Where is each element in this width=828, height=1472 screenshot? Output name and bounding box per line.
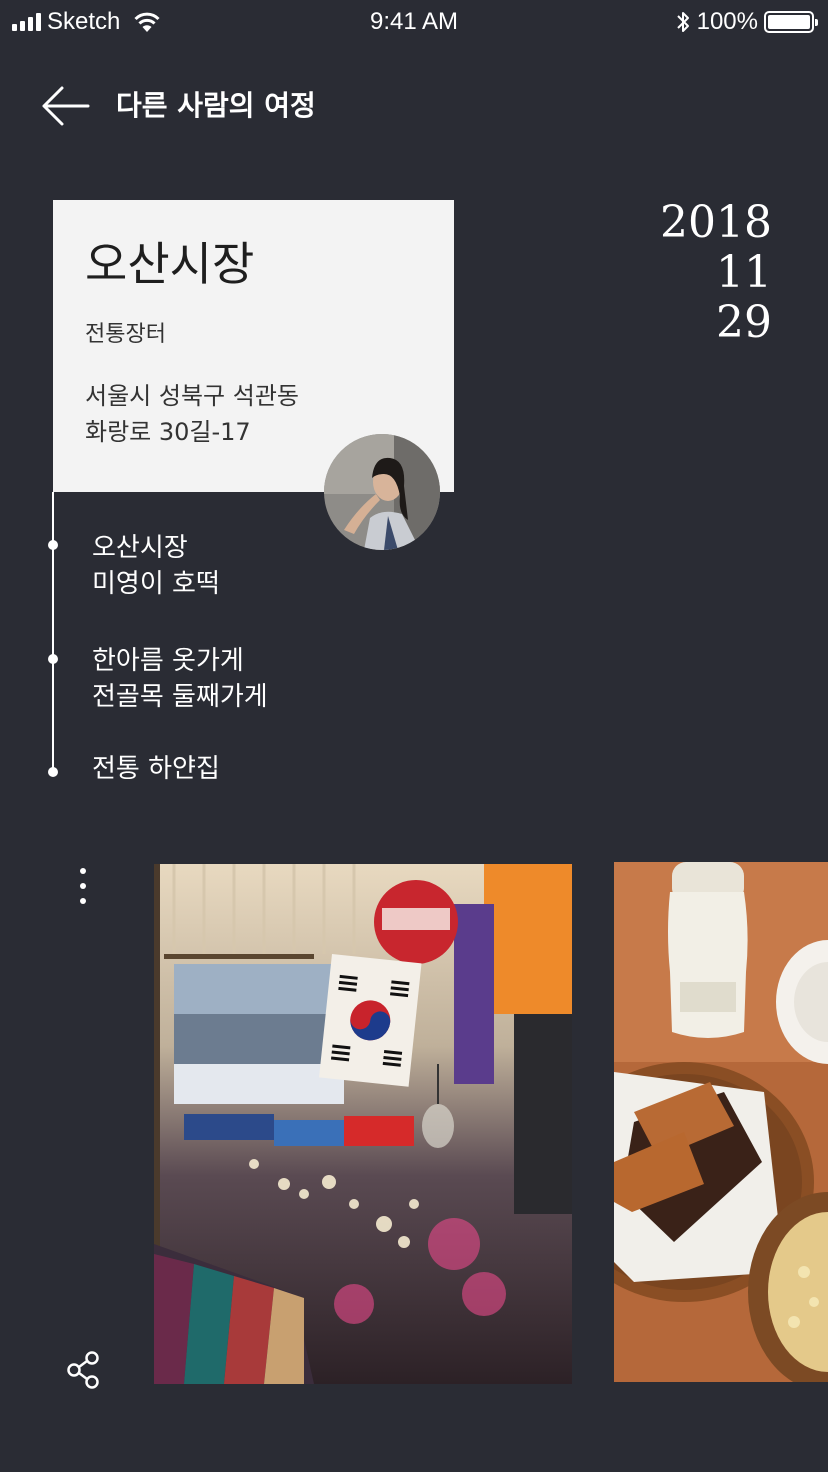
photo-market[interactable] <box>154 864 572 1384</box>
share-icon <box>67 1351 99 1389</box>
date-day: 29 <box>716 297 772 348</box>
timeline-item-1[interactable]: 오산시장 미영이 호떡 <box>92 530 220 602</box>
status-bar-right: 100% <box>675 8 818 36</box>
battery-icon <box>764 11 818 33</box>
timeline-dot <box>48 767 58 777</box>
bluetooth-icon <box>676 12 689 32</box>
timeline-item-subtitle: 미영이 호떡 <box>92 569 220 599</box>
arrow-left-icon <box>42 86 90 126</box>
food-image <box>614 862 828 1382</box>
address-line-1: 서울시 성북구 석관동 <box>85 382 299 410</box>
timeline-item-2[interactable]: 한아름 옷가게 전골목 둘째가게 <box>92 643 268 715</box>
timeline-dot <box>48 654 58 664</box>
place-category: 전통장터 <box>85 322 166 347</box>
back-button[interactable] <box>38 84 94 128</box>
photo-food[interactable] <box>614 862 828 1382</box>
timeline-item-3[interactable]: 전통 하얀집 <box>92 751 220 787</box>
avatar-photo <box>324 434 440 550</box>
share-button[interactable] <box>66 1350 102 1390</box>
journey-date: 2018 11 29 <box>660 198 772 348</box>
date-month: 11 <box>716 247 772 298</box>
timeline-item-title: 한아름 옷가게 <box>92 646 244 676</box>
page-title: 다른 사람의 여정 <box>116 89 316 122</box>
market-image <box>154 864 572 1384</box>
address-line-2: 화랑로 30길-17 <box>85 418 251 446</box>
timeline-item-title: 전통 하얀집 <box>92 754 220 784</box>
battery-percentage: 100% <box>696 8 758 35</box>
timeline-dot <box>48 540 58 550</box>
place-name: 오산시장 <box>85 237 255 291</box>
timeline-item-subtitle: 전골목 둘째가게 <box>92 682 268 712</box>
place-address: 서울시 성북구 석관동 화랑로 30길-17 <box>85 378 299 450</box>
timeline-item-title: 오산시장 <box>92 533 188 563</box>
date-year: 2018 <box>660 197 772 248</box>
user-avatar[interactable] <box>324 434 440 550</box>
status-bar: Sketch 9:41 AM 100% <box>0 0 828 44</box>
timeline-line <box>52 492 54 774</box>
more-options-button[interactable] <box>70 864 96 908</box>
